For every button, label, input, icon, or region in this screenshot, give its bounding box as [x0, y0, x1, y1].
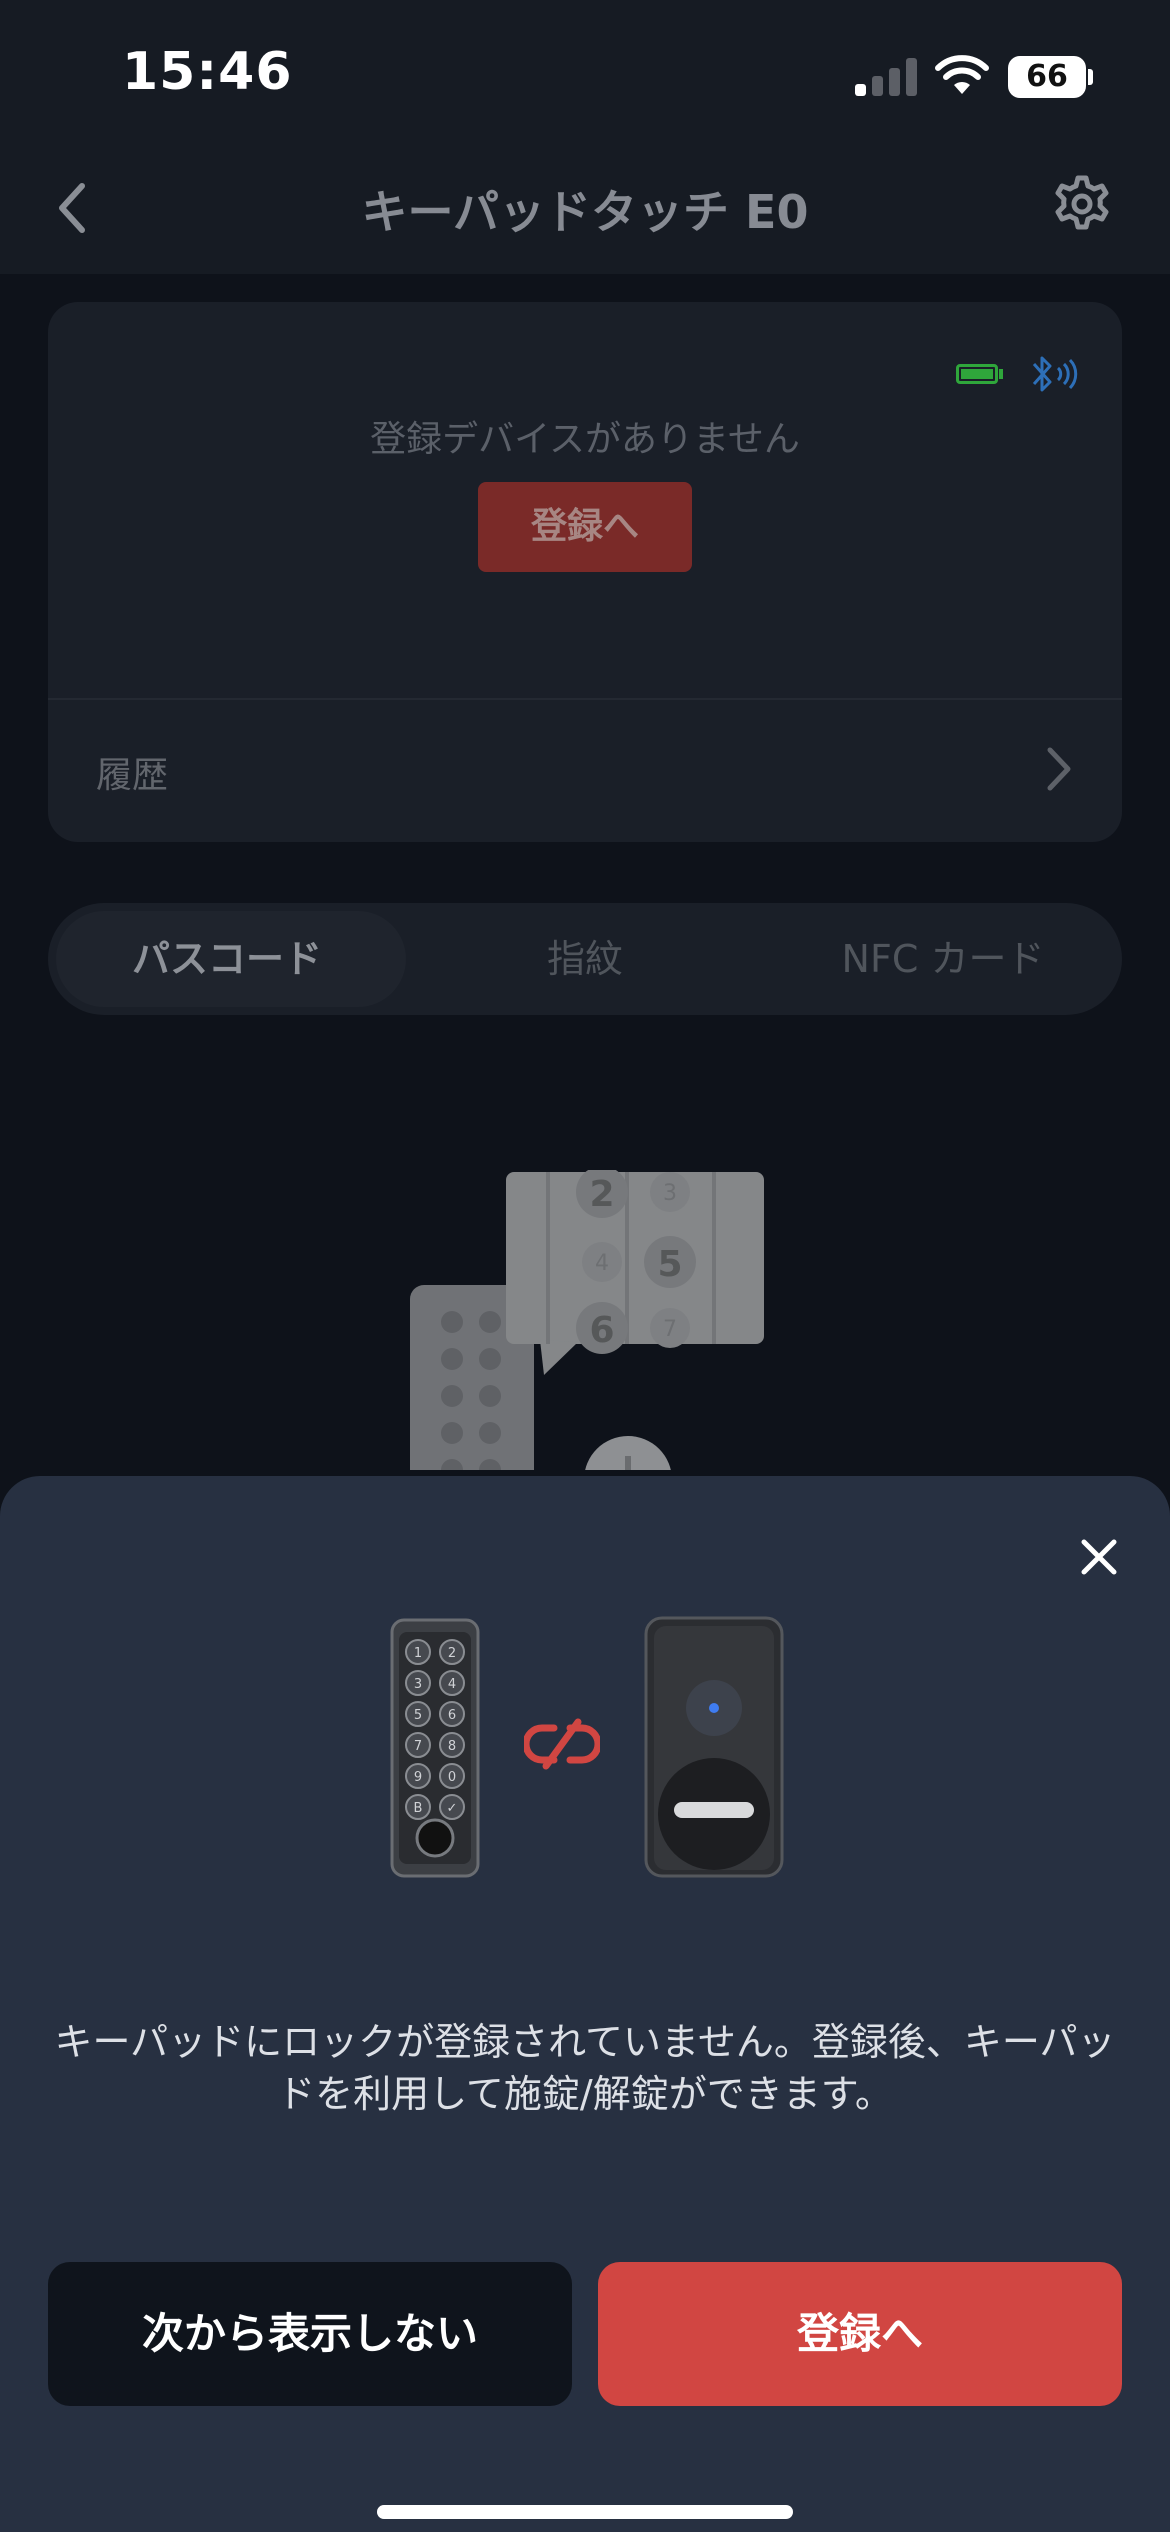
illustration-digit: 2 — [589, 1174, 614, 1215]
page-title: キーパッドタッチ E0 — [361, 185, 809, 239]
device-battery-nub — [999, 369, 1003, 379]
bottom-sheet: 1 2 3 4 5 6 7 8 9 0 B ✓ キーパッドにロックが登録されていません。登録後、キーパ… — [0, 1476, 1170, 2532]
keypad-key-label: 8 — [448, 1739, 456, 1754]
dont-show-again-button[interactable]: 次から表示しない — [48, 2262, 572, 2406]
battery-nub — [1088, 69, 1093, 85]
device-battery-icon — [956, 364, 998, 384]
illustration-digit: 3 — [663, 1181, 677, 1206]
keypad-key-label: 1 — [414, 1646, 422, 1661]
illustration-digit: 4 — [595, 1251, 609, 1276]
keypad-key-label: 5 — [414, 1708, 422, 1723]
keypad-key-label: 7 — [414, 1739, 422, 1754]
illustration-digit: 5 — [657, 1244, 682, 1285]
keypad-device-image: 1 2 3 4 5 6 7 8 9 0 B ✓ — [390, 1618, 480, 1878]
wifi-icon — [935, 55, 989, 94]
keypad-key-label: B — [414, 1801, 423, 1816]
close-icon[interactable] — [1078, 1536, 1120, 1578]
tab-fingerprint[interactable]: 指紋 — [406, 903, 764, 1015]
smart-lock-image — [644, 1616, 784, 1878]
keypad-key-label: 0 — [448, 1770, 456, 1785]
nav-bar: キーパッドタッチ E0 — [0, 140, 1170, 274]
status-time: 15:46 — [122, 42, 293, 102]
tab-bar: パスコード 指紋 NFC カード — [48, 903, 1122, 1015]
chevron-right-icon[interactable] — [1044, 746, 1074, 792]
unlink-icon — [524, 1718, 600, 1770]
status-bar: 15:46 66 — [0, 0, 1170, 140]
keypad-key-label: 3 — [414, 1677, 422, 1692]
history-label[interactable]: 履歴 — [96, 746, 168, 798]
register-button[interactable]: 登録へ — [598, 2262, 1122, 2406]
battery-icon: 66 — [1008, 56, 1086, 98]
card-register-button[interactable]: 登録へ — [478, 482, 692, 572]
keypad-key-label: ✓ — [447, 1801, 458, 1816]
card-divider — [48, 698, 1122, 700]
passcode-illustration: 2 3 4 5 6 7 — [410, 1170, 764, 1470]
keypad-key-label: 4 — [448, 1677, 456, 1692]
tab-nfc-card[interactable]: NFC カード — [764, 903, 1122, 1015]
gear-icon[interactable] — [1050, 174, 1114, 238]
cellular-signal-icon — [855, 58, 917, 96]
illustration-digit: 6 — [589, 1310, 614, 1351]
illustration-digit: 7 — [663, 1317, 677, 1342]
home-indicator — [377, 2505, 793, 2519]
keypad-key-label: 9 — [414, 1770, 422, 1785]
device-card: 登録デバイスがありません 登録へ 履歴 — [48, 302, 1122, 842]
sheet-message: キーパッドにロックが登録されていません。登録後、キーパッドを利用して施錠/解錠が… — [54, 2020, 1116, 2116]
keypad-key-label: 2 — [448, 1646, 456, 1661]
no-device-text: 登録デバイスがありません — [370, 419, 800, 460]
tab-passcode[interactable]: パスコード — [48, 903, 406, 1015]
bluetooth-icon — [1032, 356, 1078, 392]
keypad-key-label: 6 — [448, 1708, 456, 1723]
